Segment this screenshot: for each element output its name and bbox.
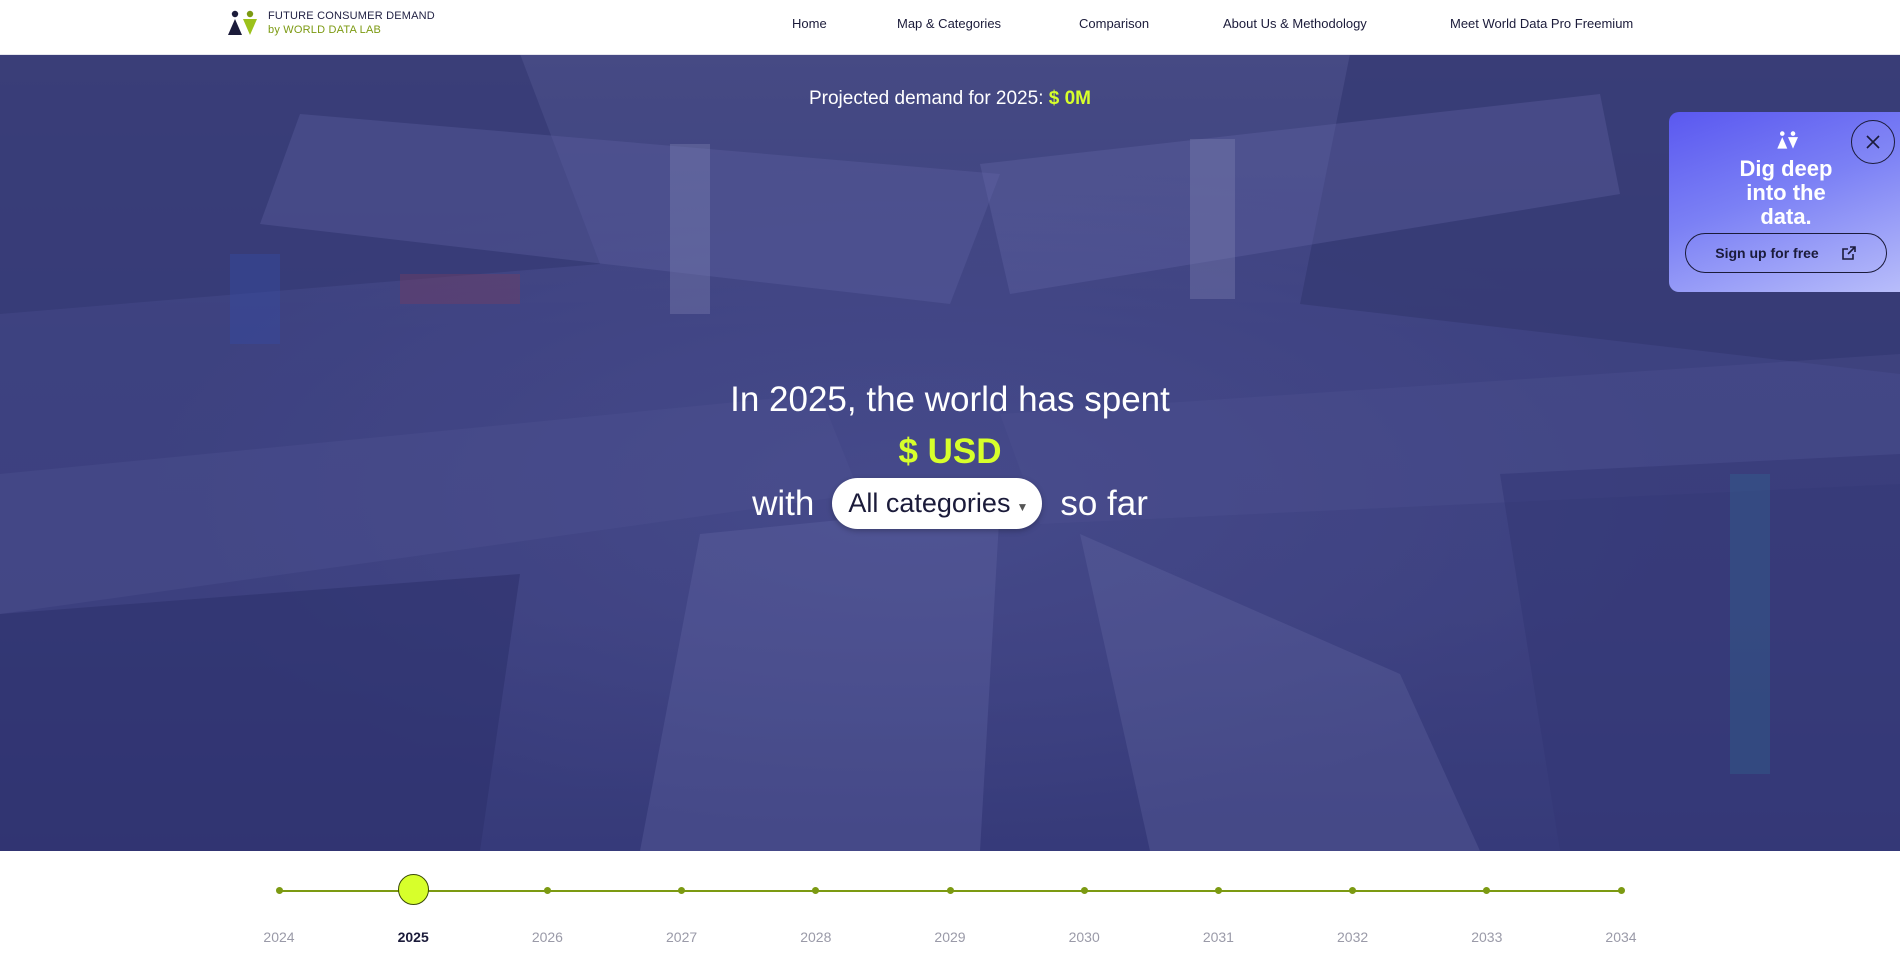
timeline-year-2025[interactable]: 2025: [383, 929, 443, 945]
timeline-dot-2032[interactable]: [1349, 887, 1357, 894]
timeline-dot-2025[interactable]: [397, 874, 429, 905]
sign-up-button[interactable]: Sign up for free: [1685, 233, 1887, 273]
nav-comparison[interactable]: Comparison: [1079, 16, 1149, 31]
year-timeline: 2024 2025 2026 2027 2028 2029 2030 2031 2032 2033…: [0, 851, 1900, 960]
external-link-icon: [1841, 246, 1856, 260]
timeline-year-2026[interactable]: 2026: [517, 929, 577, 945]
timeline-year-2024[interactable]: 2024: [249, 929, 309, 945]
timeline-year-2030[interactable]: 2030: [1054, 929, 1114, 945]
promo-title: Dig deep into the data.: [1739, 156, 1833, 229]
timeline-dot-2027[interactable]: [678, 887, 686, 894]
nav-about-methodology[interactable]: About Us & Methodology: [1223, 16, 1367, 31]
caret-down-icon: ▼: [1016, 499, 1029, 514]
category-sentence: with All categories ▼ so far: [0, 478, 1900, 529]
timeline-year-2032[interactable]: 2032: [1323, 929, 1383, 945]
projected-demand-label: Projected demand for 2025:: [808, 88, 1044, 109]
timeline-year-2029[interactable]: 2029: [920, 929, 980, 945]
timeline-dot-2028[interactable]: [812, 887, 820, 894]
timeline-dot-2034[interactable]: [1617, 887, 1625, 894]
hero-section: Projected demand for 2025: $ 0M In 2025,…: [0, 54, 1900, 851]
wdl-logo-icon: [1777, 131, 1798, 149]
timeline-dot-2026[interactable]: [543, 887, 551, 894]
nav-home[interactable]: Home: [792, 16, 827, 31]
timeline-dot-2033[interactable]: [1483, 887, 1491, 894]
timeline-year-2028[interactable]: 2028: [786, 929, 846, 945]
sign-up-label: Sign up for free: [1715, 245, 1819, 261]
spent-amount: $ USD: [898, 432, 1002, 471]
timeline-year-2027[interactable]: 2027: [652, 929, 712, 945]
with-text: with: [752, 483, 815, 523]
timeline-year-2034[interactable]: 2034: [1591, 929, 1651, 945]
nav-map-categories[interactable]: Map & Categories: [897, 16, 1001, 31]
close-icon: [1866, 135, 1880, 149]
hero-headline: In 2025, the world has spent: [730, 380, 1170, 419]
timeline-year-2031[interactable]: 2031: [1188, 929, 1248, 945]
main-nav: Home Map & Categories Comparison About U…: [0, 16, 1900, 36]
promo-close-button[interactable]: [1851, 120, 1895, 164]
timeline-year-2033[interactable]: 2033: [1457, 929, 1517, 945]
so-far-text: so far: [1060, 483, 1148, 523]
category-select[interactable]: All categories ▼: [832, 478, 1043, 529]
timeline-dot-2030[interactable]: [1080, 887, 1088, 894]
top-header: FUTURE CONSUMER DEMAND by WORLD DATA LAB…: [0, 0, 1900, 55]
timeline-dot-2031[interactable]: [1214, 887, 1222, 894]
timeline-dot-2029[interactable]: [946, 887, 954, 894]
timeline-dot-2024[interactable]: [275, 887, 283, 894]
category-select-value: All categories: [848, 488, 1011, 518]
projected-demand: Projected demand for 2025: $ 0M: [0, 88, 1900, 110]
nav-world-data-pro[interactable]: Meet World Data Pro Freemium: [1450, 16, 1633, 31]
projected-demand-value: $ 0M: [1048, 88, 1092, 109]
